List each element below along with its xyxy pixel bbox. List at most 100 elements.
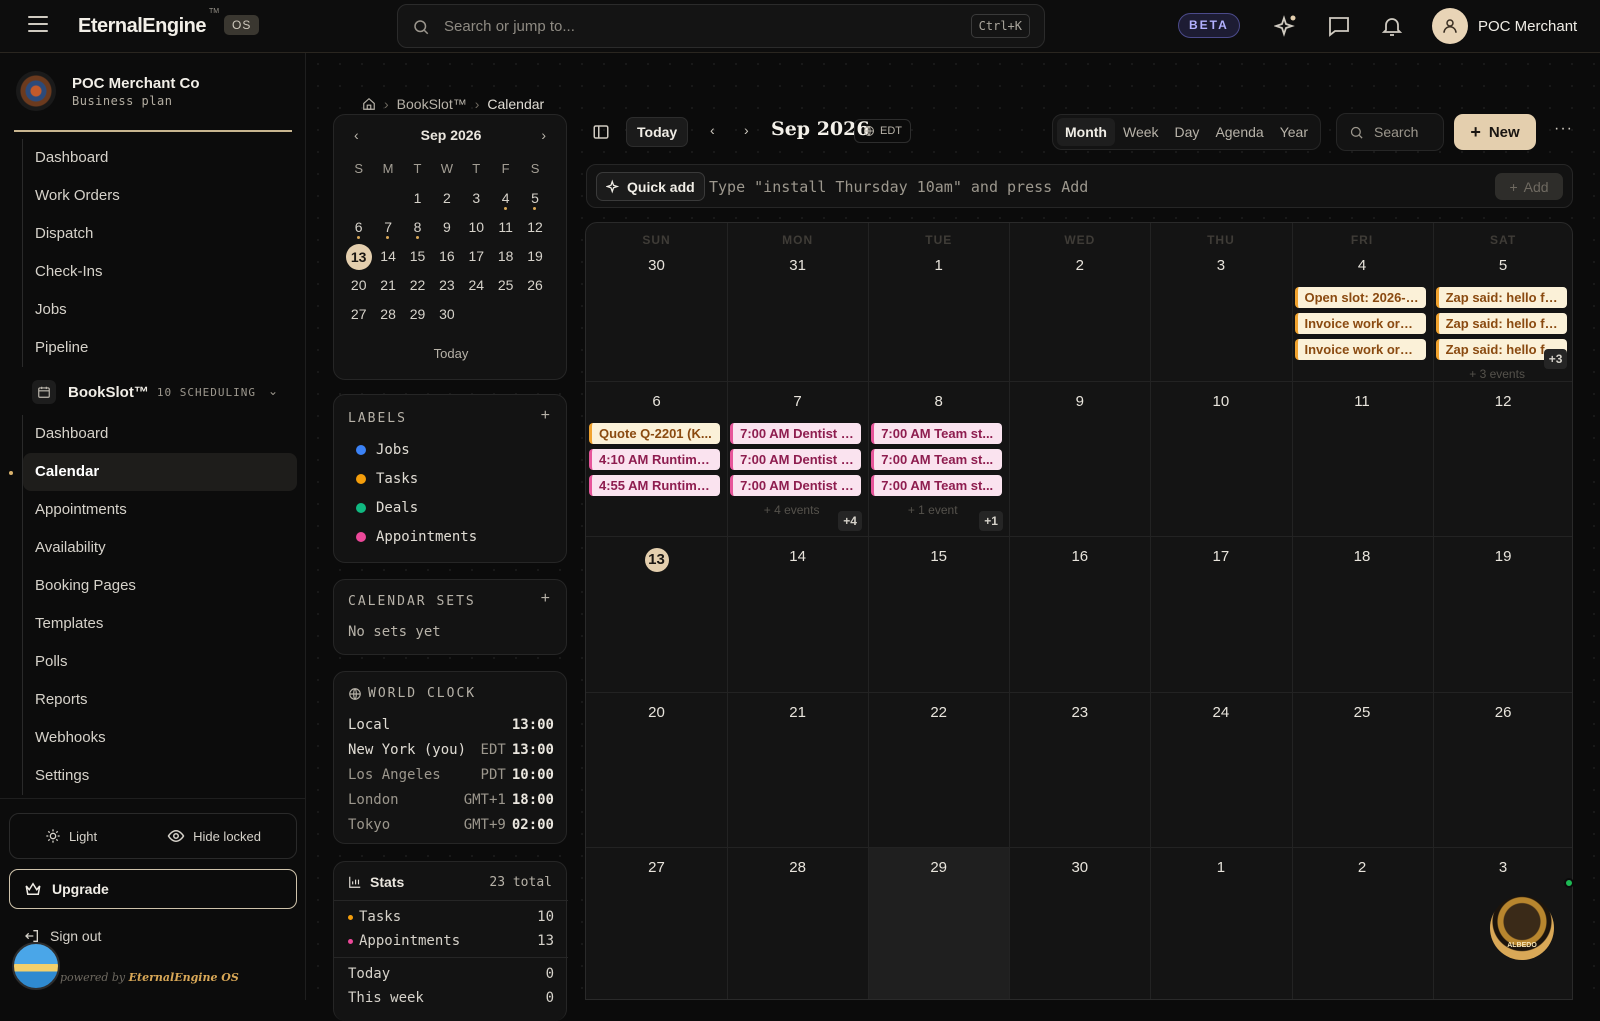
- day-number[interactable]: 18: [1292, 548, 1433, 565]
- day-number[interactable]: 17: [1150, 548, 1291, 565]
- view-year-tab[interactable]: Year: [1272, 118, 1316, 146]
- sidebar-item-work-orders[interactable]: Work Orders: [23, 177, 297, 215]
- more-events-badge[interactable]: +3: [1543, 349, 1568, 369]
- mini-day[interactable]: 20: [344, 273, 373, 302]
- quick-add-button[interactable]: Quick add: [596, 172, 705, 201]
- quick-add-input[interactable]: Type "install Thursday 10am" and press A…: [709, 178, 1088, 196]
- mini-next-month-icon[interactable]: ›: [541, 127, 546, 143]
- sidebar-item-webhooks[interactable]: Webhooks: [23, 719, 297, 757]
- breadcrumb-app[interactable]: BookSlot™: [397, 96, 467, 112]
- calendar-event[interactable]: Invoice work order: [1294, 339, 1426, 360]
- mini-day[interactable]: 29: [403, 302, 432, 331]
- day-number[interactable]: 28: [727, 859, 868, 876]
- mini-day[interactable]: 15: [403, 244, 432, 273]
- sidebar-item-dashboard[interactable]: Dashboard: [23, 139, 297, 177]
- mini-day[interactable]: 8: [403, 215, 432, 244]
- mini-day[interactable]: 19: [520, 244, 549, 273]
- sidebar-item-bookslot-dashboard[interactable]: Dashboard: [23, 415, 297, 453]
- mini-day[interactable]: 5: [520, 186, 549, 215]
- sidebar-item-check-ins[interactable]: Check-Ins: [23, 253, 297, 291]
- day-number[interactable]: 29: [868, 859, 1009, 876]
- day-number[interactable]: 8: [868, 393, 1009, 410]
- mini-day[interactable]: 1: [403, 186, 432, 215]
- day-number[interactable]: 9: [1009, 393, 1150, 410]
- more-events-badge[interactable]: +4: [838, 511, 862, 531]
- sidebar-item-reports[interactable]: Reports: [23, 681, 297, 719]
- sidebar-item-booking-pages[interactable]: Booking Pages: [23, 567, 297, 605]
- mini-today-button[interactable]: Today: [334, 346, 568, 361]
- view-month-tab[interactable]: Month: [1057, 118, 1115, 146]
- beach-avatar[interactable]: [12, 942, 60, 990]
- mini-day[interactable]: 18: [491, 244, 520, 273]
- chat-icon[interactable]: [1327, 14, 1351, 38]
- day-number[interactable]: 14: [727, 548, 868, 565]
- calendar-event[interactable]: Zap said: hello from Zapier: [1435, 313, 1567, 334]
- bell-icon[interactable]: [1380, 14, 1404, 38]
- today-button[interactable]: Today: [626, 117, 689, 147]
- day-number[interactable]: 24: [1150, 704, 1291, 721]
- label-item[interactable]: Appointments: [356, 522, 477, 551]
- mini-day[interactable]: 30: [432, 302, 461, 331]
- calendar-search-input[interactable]: Search: [1336, 113, 1444, 151]
- next-month-icon[interactable]: ›: [744, 122, 749, 138]
- view-day-tab[interactable]: Day: [1167, 118, 1208, 146]
- day-number[interactable]: 25: [1292, 704, 1433, 721]
- day-number[interactable]: 16: [1009, 548, 1150, 565]
- hide-locked-button[interactable]: Hide locked: [167, 827, 261, 845]
- day-number[interactable]: 3: [1150, 257, 1291, 274]
- mini-day[interactable]: 10: [462, 215, 491, 244]
- day-number[interactable]: 15: [868, 548, 1009, 565]
- mini-day[interactable]: 14: [373, 244, 402, 273]
- label-item[interactable]: Deals: [356, 493, 477, 522]
- more-events-link[interactable]: + 3 events: [1427, 367, 1568, 381]
- calendar-event[interactable]: 7:00 AM Team st...: [871, 475, 1003, 496]
- day-number[interactable]: 2: [1292, 859, 1433, 876]
- day-number[interactable]: 1: [1150, 859, 1291, 876]
- app-logo[interactable]: EternalEngine: [78, 15, 206, 38]
- mini-day[interactable]: 6: [344, 215, 373, 244]
- org-switcher[interactable]: POC Merchant Co Business plan: [16, 71, 200, 111]
- mini-day[interactable]: 26: [520, 273, 549, 302]
- label-item[interactable]: Jobs: [356, 435, 477, 464]
- day-number[interactable]: 11: [1292, 393, 1433, 410]
- sidebar-item-appointments[interactable]: Appointments: [23, 491, 297, 529]
- day-number[interactable]: 5: [1433, 257, 1572, 274]
- day-number[interactable]: 1: [868, 257, 1009, 274]
- new-event-button[interactable]: + New: [1454, 114, 1536, 150]
- sidebar-item-calendar[interactable]: Calendar: [23, 453, 297, 491]
- day-number[interactable]: 30: [586, 257, 727, 274]
- day-number[interactable]: 30: [1009, 859, 1150, 876]
- label-item[interactable]: Tasks: [356, 464, 477, 493]
- day-number[interactable]: 19: [1433, 548, 1572, 565]
- menu-icon[interactable]: [28, 16, 48, 34]
- calendar-event[interactable]: Zap said: hello from Zapier: [1435, 287, 1567, 308]
- day-number[interactable]: 6: [586, 393, 727, 410]
- more-options-icon[interactable]: ···: [1554, 120, 1573, 138]
- mini-day[interactable]: 12: [520, 215, 549, 244]
- day-number[interactable]: 13: [586, 548, 727, 572]
- mini-day[interactable]: 22: [403, 273, 432, 302]
- sidebar-item-polls[interactable]: Polls: [23, 643, 297, 681]
- view-week-tab[interactable]: Week: [1115, 118, 1167, 146]
- mini-day[interactable]: 2: [432, 186, 461, 215]
- prev-month-icon[interactable]: ‹: [710, 122, 715, 138]
- mini-day[interactable]: 11: [491, 215, 520, 244]
- upgrade-button[interactable]: Upgrade: [9, 869, 297, 909]
- mini-day[interactable]: 16: [432, 244, 461, 273]
- sidebar-item-settings[interactable]: Settings: [23, 757, 297, 795]
- calendar-event[interactable]: 7:00 AM Dentist (...: [730, 449, 862, 470]
- day-number[interactable]: 27: [586, 859, 727, 876]
- mini-day[interactable]: 25: [491, 273, 520, 302]
- calendar-event[interactable]: Quote Q-2201 (K...: [589, 423, 721, 444]
- mini-day[interactable]: 7: [373, 215, 402, 244]
- mini-day[interactable]: 17: [462, 244, 491, 273]
- calendar-event[interactable]: Invoice work order: [1294, 313, 1426, 334]
- mini-day[interactable]: 27: [344, 302, 373, 331]
- calendar-event[interactable]: 4:55 AM Runtime...: [589, 475, 721, 496]
- bookslot-section-toggle[interactable]: BookSlot™ 10 SCHEDULING ⌄: [32, 380, 288, 404]
- day-number[interactable]: 20: [586, 704, 727, 721]
- day-number[interactable]: 4: [1292, 257, 1433, 274]
- day-number[interactable]: 7: [727, 393, 868, 410]
- day-number[interactable]: 26: [1433, 704, 1572, 721]
- quick-add-submit-button[interactable]: + Add: [1495, 173, 1563, 200]
